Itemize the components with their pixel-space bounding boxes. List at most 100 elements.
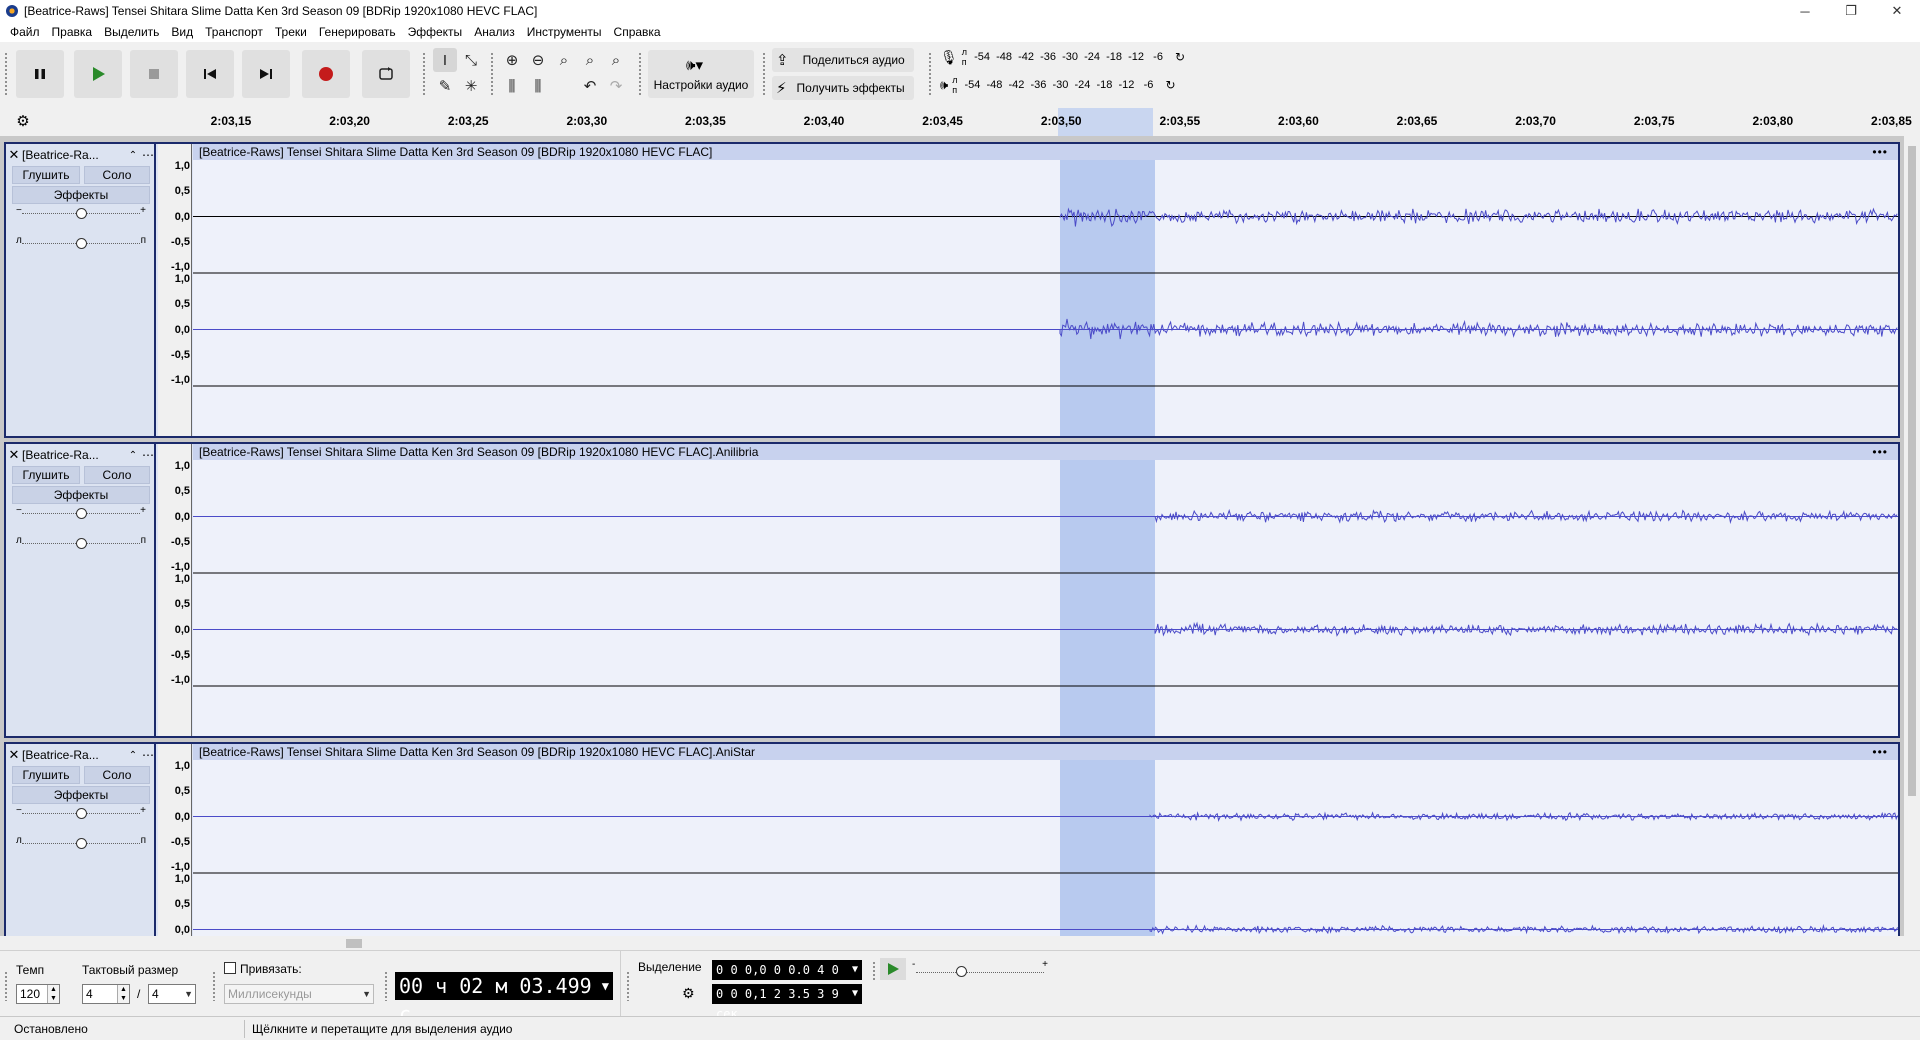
menu-select[interactable]: Выделить bbox=[98, 25, 165, 39]
horizontal-scrollbar[interactable] bbox=[190, 936, 1904, 950]
playback-meter[interactable]: 🕪 лп -54 -48 -42 -36 -30 -24 -18 -12 -6 ↻ bbox=[940, 73, 1176, 97]
pan-knob[interactable] bbox=[76, 538, 87, 549]
zoom-out-button[interactable]: ⊖ bbox=[526, 48, 550, 72]
zoom-toggle-button[interactable]: ⌕ bbox=[604, 48, 628, 72]
vertical-scroll-thumb[interactable] bbox=[1908, 146, 1916, 796]
tracks-panel[interactable]: ✕ [Beatrice-Ra... ⌃ ⋯ Глушить Соло Эффек… bbox=[0, 136, 1920, 936]
toolbar-grip[interactable] bbox=[928, 52, 932, 96]
toolbar-grip[interactable] bbox=[872, 961, 876, 981]
close-button[interactable]: ✕ bbox=[1874, 0, 1920, 22]
clip-title-bar[interactable]: [Beatrice-Raws] Tensei Shitara Slime Dat… bbox=[193, 444, 1898, 460]
menu-file[interactable]: Файл bbox=[4, 25, 46, 39]
tempo-input[interactable]: 120 ▲ ▼ bbox=[16, 984, 60, 1004]
track-menu-icon[interactable]: ⋯ bbox=[140, 148, 156, 162]
pan-slider[interactable]: л п bbox=[16, 535, 146, 550]
effects-button[interactable]: Эффекты bbox=[12, 486, 150, 504]
effects-button[interactable]: Эффекты bbox=[12, 786, 150, 804]
maximize-button[interactable]: ❐ bbox=[1828, 0, 1874, 22]
clip-title-bar[interactable]: [Beatrice-Raws] Tensei Shitara Slime Dat… bbox=[193, 144, 1898, 160]
toolbar-grip[interactable] bbox=[212, 971, 216, 1001]
mute-button[interactable]: Глушить bbox=[12, 766, 80, 784]
waveform-area[interactable] bbox=[193, 744, 1898, 936]
audio-setup-button[interactable]: 🕪▾ Настройки аудио bbox=[648, 50, 754, 98]
pan-slider[interactable]: л п bbox=[16, 235, 146, 250]
minimize-button[interactable]: ─ bbox=[1782, 0, 1828, 22]
toolbar-grip[interactable] bbox=[4, 52, 8, 96]
envelope-tool-button[interactable]: ⤡ bbox=[459, 48, 483, 72]
stop-button[interactable] bbox=[130, 50, 178, 98]
pan-slider[interactable]: л п bbox=[16, 835, 146, 850]
menu-tools[interactable]: Инструменты bbox=[521, 25, 608, 39]
audio-track[interactable]: ✕ [Beatrice-Ra... ⌃ ⋯ Глушить Соло Эффек… bbox=[4, 442, 1900, 738]
zoom-in-button[interactable]: ⊕ bbox=[500, 48, 524, 72]
fit-project-button[interactable]: ⌕ bbox=[578, 48, 602, 72]
toolbar-grip[interactable] bbox=[4, 971, 8, 1001]
pan-knob[interactable] bbox=[76, 238, 87, 249]
track-control-panel[interactable]: ✕ [Beatrice-Ra... ⌃ ⋯ Глушить Соло Эффек… bbox=[6, 444, 156, 736]
menu-generate[interactable]: Генерировать bbox=[313, 25, 402, 39]
toolbar-grip[interactable] bbox=[384, 971, 388, 1001]
collapse-chevron-icon[interactable]: ⌃ bbox=[126, 450, 140, 461]
timeline-ruler[interactable]: ⚙ 2:03,15 2:03,20 2:03,25 2:03,30 2:03,35 2:0… bbox=[0, 108, 1920, 136]
amplitude-ruler[interactable]: 1,0 0,5 0,0 -0,5 -1,0 1,0 0,5 0,0 bbox=[158, 744, 192, 936]
collapse-chevron-icon[interactable]: ⌃ bbox=[126, 750, 140, 761]
share-audio-button[interactable]: ⇪ Поделиться аудио bbox=[772, 48, 914, 72]
amplitude-ruler[interactable]: 1,0 0,5 0,0 -0,5 -1,0 1,0 0,5 0,0 -0,5 -1,0 bbox=[158, 144, 192, 436]
toolbar-grip[interactable] bbox=[422, 52, 426, 96]
selection-end-display[interactable]: 0 0 0,1 2 3.5 3 9 сек. ▼ bbox=[712, 984, 862, 1021]
time-signature-numerator[interactable]: 4 ▲ ▼ bbox=[82, 984, 130, 1004]
solo-button[interactable]: Соло bbox=[84, 466, 150, 484]
record-button[interactable] bbox=[302, 50, 350, 98]
fit-selection-button[interactable]: ⌕ bbox=[552, 48, 576, 72]
waveform-area[interactable] bbox=[193, 444, 1898, 736]
close-track-icon[interactable]: ✕ bbox=[6, 147, 22, 163]
audio-track[interactable]: ✕ [Beatrice-Ra... ⌃ ⋯ Глушить Соло Эффек… bbox=[4, 742, 1900, 936]
clip-menu-icon[interactable]: ••• bbox=[1872, 444, 1888, 460]
play-speed-slider[interactable]: - + bbox=[912, 959, 1048, 979]
menu-effects[interactable]: Эффекты bbox=[402, 25, 469, 39]
redo-button[interactable]: ↷ bbox=[604, 74, 628, 98]
track-control-panel[interactable]: ✕ [Beatrice-Ra... ⌃ ⋯ Глушить Соло Эффек… bbox=[6, 744, 156, 936]
spin-arrows-icon[interactable]: ▲ ▼ bbox=[47, 985, 59, 1003]
gain-knob[interactable] bbox=[76, 208, 87, 219]
track-menu-icon[interactable]: ⋯ bbox=[140, 748, 156, 762]
amplitude-ruler[interactable]: 1,0 0,5 0,0 -0,5 -1,0 1,0 0,5 0,0 -0,5 -1,0 bbox=[158, 444, 192, 736]
draw-tool-button[interactable]: ✎ bbox=[433, 74, 457, 98]
snap-unit-select[interactable]: Миллисекунды ▼ bbox=[224, 984, 374, 1004]
close-track-icon[interactable]: ✕ bbox=[6, 447, 22, 463]
spin-arrows-icon[interactable]: ▲ ▼ bbox=[117, 985, 129, 1003]
track-name[interactable]: [Beatrice-Ra... bbox=[22, 448, 126, 462]
gear-icon[interactable]: ⚙ bbox=[14, 113, 32, 131]
track-name[interactable]: [Beatrice-Ra... bbox=[22, 748, 126, 762]
close-track-icon[interactable]: ✕ bbox=[6, 747, 22, 763]
menu-view[interactable]: Вид bbox=[165, 25, 199, 39]
vertical-scrollbar[interactable] bbox=[1904, 136, 1920, 936]
toolbar-grip[interactable] bbox=[638, 52, 642, 96]
play-button[interactable] bbox=[74, 50, 122, 98]
solo-button[interactable]: Соло bbox=[84, 166, 150, 184]
clip-title-bar[interactable]: [Beatrice-Raws] Tensei Shitara Slime Dat… bbox=[193, 744, 1898, 760]
skip-to-end-button[interactable] bbox=[242, 50, 290, 98]
trim-button[interactable]: ⫼ bbox=[500, 74, 524, 98]
skip-to-start-button[interactable] bbox=[186, 50, 234, 98]
menu-help[interactable]: Справка bbox=[608, 25, 667, 39]
waveform-area[interactable] bbox=[193, 144, 1898, 436]
selection-tool-button[interactable]: I bbox=[433, 48, 457, 72]
gain-knob[interactable] bbox=[76, 808, 87, 819]
audio-track[interactable]: ✕ [Beatrice-Ra... ⌃ ⋯ Глушить Соло Эффек… bbox=[4, 142, 1900, 438]
recording-meter[interactable]: 🎙 лп -54 -48 -42 -36 -30 -24 -18 -12 -6 ↻ bbox=[940, 45, 1185, 69]
time-display[interactable]: 00 ч 02 м 03.499 с ▼ bbox=[395, 972, 613, 1026]
gain-slider[interactable]: − + bbox=[16, 505, 146, 520]
gain-slider[interactable]: − + bbox=[16, 205, 146, 220]
slider-knob[interactable] bbox=[956, 966, 967, 977]
track-menu-icon[interactable]: ⋯ bbox=[140, 448, 156, 462]
silence-button[interactable]: ⫼ bbox=[526, 74, 550, 98]
clip-menu-icon[interactable]: ••• bbox=[1872, 144, 1888, 160]
gain-knob[interactable] bbox=[76, 508, 87, 519]
time-signature-denominator[interactable]: 4 ▼ bbox=[148, 984, 196, 1004]
track-control-panel[interactable]: ✕ [Beatrice-Ra... ⌃ ⋯ Глушить Соло Эффек… bbox=[6, 144, 156, 436]
collapse-chevron-icon[interactable]: ⌃ bbox=[126, 150, 140, 161]
undo-button[interactable]: ↶ bbox=[578, 74, 602, 98]
toolbar-grip[interactable] bbox=[762, 52, 766, 96]
play-at-speed-button[interactable] bbox=[880, 958, 906, 980]
